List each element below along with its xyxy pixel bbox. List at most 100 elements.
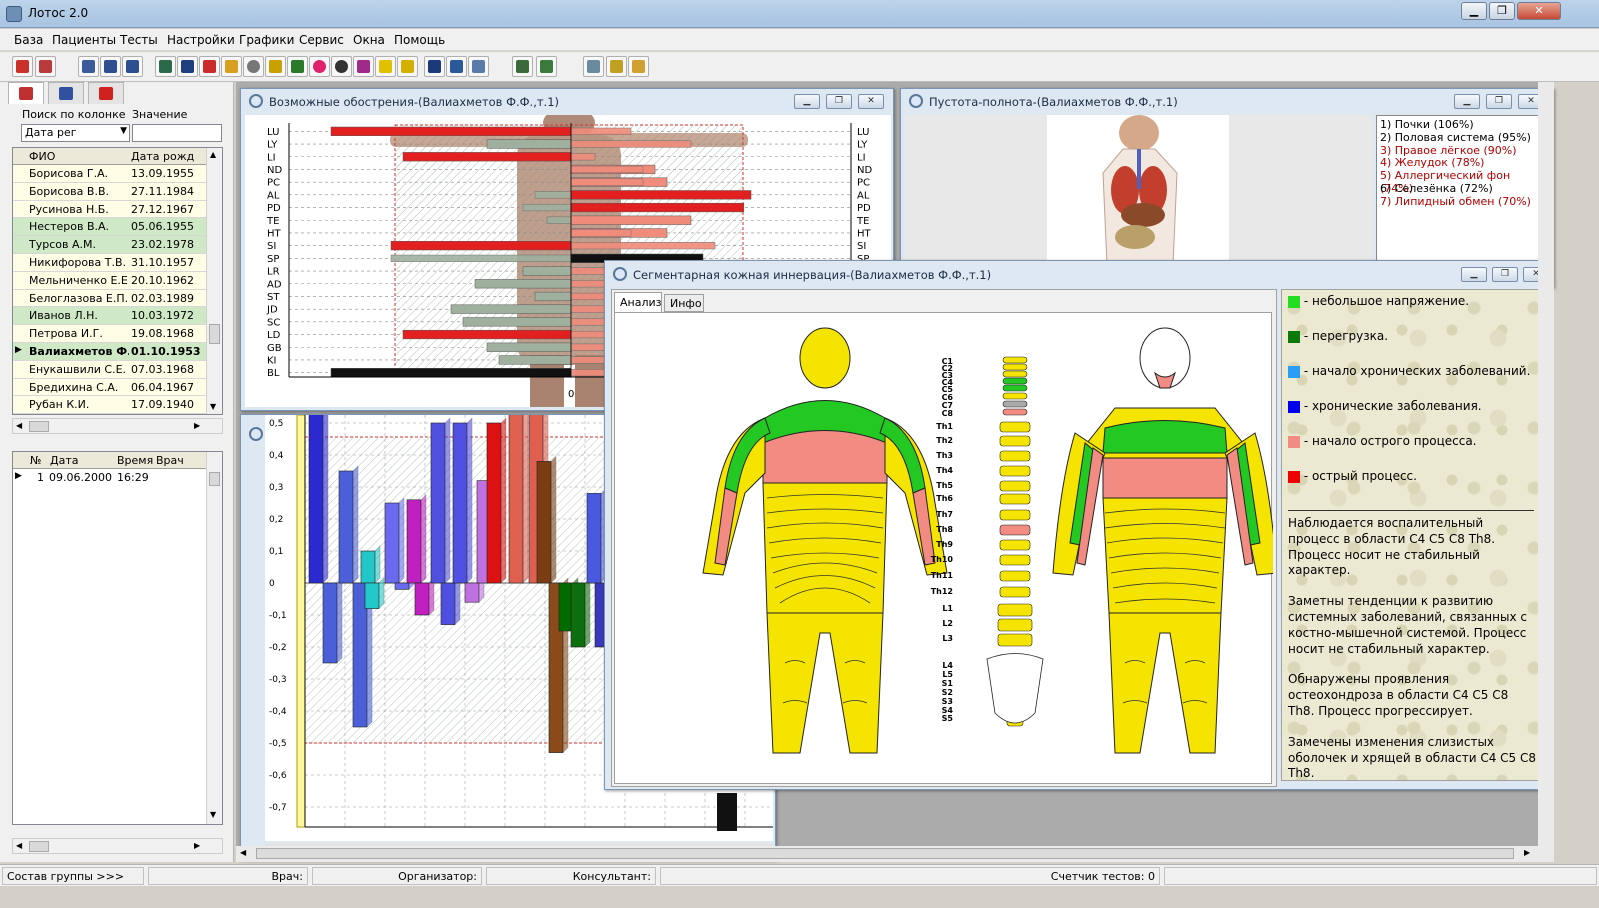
column-dob[interactable]: Дата рожд xyxy=(131,150,194,163)
search-value-input[interactable] xyxy=(132,124,222,142)
tb-patient-record-button[interactable] xyxy=(35,56,56,77)
tb-print-button[interactable] xyxy=(628,56,649,77)
menu-charts[interactable]: Графики xyxy=(239,33,294,47)
mdi-scroll-left-icon[interactable]: ◀ xyxy=(240,848,246,857)
window-restore-button[interactable]: ❐ xyxy=(1486,94,1512,109)
tb-figure-button[interactable] xyxy=(221,56,242,77)
tb-picture-button[interactable] xyxy=(446,56,467,77)
tab-patients[interactable] xyxy=(8,82,44,104)
patient-row[interactable]: Белоглазова Е.П. 02.03.1989 xyxy=(13,289,206,308)
tb-person-button[interactable] xyxy=(397,56,418,77)
patient-row[interactable]: Нестеров В.А. 05.06.1955 xyxy=(13,218,206,237)
menu-settings[interactable]: Настройки xyxy=(167,33,235,47)
status-organizer: Организатор: xyxy=(312,867,482,885)
tb-export-button[interactable] xyxy=(512,56,533,77)
menu-service[interactable]: Сервис xyxy=(299,33,344,47)
tb-document-button[interactable] xyxy=(468,56,489,77)
column-time[interactable]: Время xyxy=(117,454,153,467)
tb-import-button[interactable] xyxy=(536,56,557,77)
tb-wheel-button[interactable] xyxy=(243,56,264,77)
category-label-left: PC xyxy=(267,178,280,189)
tb-graph-button[interactable] xyxy=(287,56,308,77)
tb-edit-button[interactable] xyxy=(606,56,627,77)
menu-patients[interactable]: Пациенты xyxy=(52,33,116,47)
scroll-right-icon[interactable]: ▶ xyxy=(194,421,200,430)
visit-row[interactable]: ▶ 1 09.06.2000 16:29 xyxy=(13,469,206,486)
patient-row[interactable]: ▶ Валиахметов Ф.Ф.01.10.1953 xyxy=(13,343,206,361)
column-num[interactable]: № xyxy=(30,454,41,467)
mdi-hscroll[interactable]: ◀ ▶ xyxy=(236,846,1554,862)
tb-flower-button[interactable] xyxy=(309,56,330,77)
window-segment-titlebar[interactable]: Сегментарная кожная иннервация-(Валиахме… xyxy=(605,261,1549,287)
window-exacerbations-titlebar[interactable]: Возможные обострения-(Валиахметов Ф.Ф.,т… xyxy=(241,89,893,113)
patient-row[interactable]: Иванов Л.Н. 10.03.1972 xyxy=(13,307,206,326)
scroll-down-icon[interactable]: ▼ xyxy=(210,402,216,411)
visits-scroll-thumb[interactable] xyxy=(209,472,220,486)
mdi-hscroll-thumb[interactable] xyxy=(256,848,1514,859)
visits-hscroll[interactable]: ◀ ▶ xyxy=(12,838,223,854)
patient-row[interactable]: Никифорова Т.В. 31.10.1957 xyxy=(13,254,206,272)
column-doctor[interactable]: Врач xyxy=(156,454,184,467)
tb-search-button[interactable] xyxy=(155,56,176,77)
patient-row[interactable]: Бредихина С.А. 06.04.1967 xyxy=(13,378,206,397)
menu-database[interactable]: База xyxy=(14,33,43,47)
tb-ruler-button[interactable] xyxy=(265,56,286,77)
visits-scroll-left-icon[interactable]: ◀ xyxy=(16,841,22,850)
tab-statistics[interactable] xyxy=(48,82,84,104)
patient-row[interactable]: Борисова В.В. 27.11.1984 xyxy=(13,182,206,201)
patient-row[interactable]: Турсов А.М. 23.02.1978 xyxy=(13,236,206,254)
tab-medical[interactable] xyxy=(88,82,124,104)
tb-cascade-button[interactable] xyxy=(78,56,99,77)
window-restore-button[interactable]: ❐ xyxy=(826,94,852,109)
window-minimize-button[interactable]: ▁ xyxy=(794,94,820,109)
tb-tile-horizontal-button[interactable] xyxy=(100,56,121,77)
patient-row[interactable]: Борисова Г.А. 13.09.1955 xyxy=(13,165,206,183)
column-fio[interactable]: ФИО xyxy=(29,150,55,163)
visits-vscroll[interactable]: ▼ xyxy=(206,452,222,824)
patient-row[interactable]: Русинова Н.Б. 27.12.1967 xyxy=(13,200,206,219)
tb-patient-card-button[interactable] xyxy=(12,56,33,77)
search-column-select[interactable]: Дата рег ▼ xyxy=(21,124,130,142)
app-close-button[interactable]: ✕ xyxy=(1517,2,1561,20)
visits-scroll-down-icon[interactable]: ▼ xyxy=(210,810,216,819)
hscroll-thumb[interactable] xyxy=(29,421,49,432)
visits-scroll-right-icon[interactable]: ▶ xyxy=(194,841,200,850)
app-restore-button[interactable]: ❐ xyxy=(1489,2,1515,20)
tb-dots-button[interactable] xyxy=(331,56,352,77)
tb-pen-button[interactable] xyxy=(583,56,604,77)
tb-body-button[interactable] xyxy=(375,56,396,77)
scroll-up-icon[interactable]: ▲ xyxy=(210,150,216,159)
patient-row[interactable]: Петрова И.Г. 19.08.1968 xyxy=(13,325,206,343)
patient-row[interactable]: Рубан К.И. 17.09.1940 xyxy=(13,396,206,415)
column-date[interactable]: Дата xyxy=(50,454,78,467)
tab-analysis[interactable]: Анализ xyxy=(614,292,662,312)
patient-row[interactable]: Мельниченко Е.Е. 20.10.1962 xyxy=(13,271,206,290)
window-emptiness-fullness[interactable]: Пустота-полнота-(Валиахметов Ф.Ф.,т.1) ▁… xyxy=(900,88,1554,288)
window-minimize-button[interactable]: ▁ xyxy=(1461,267,1487,282)
window-restore-button[interactable]: ❐ xyxy=(1492,267,1518,282)
mdi-vscroll[interactable] xyxy=(1538,82,1554,848)
menu-windows[interactable]: Окна xyxy=(353,33,385,47)
menu-help[interactable]: Помощь xyxy=(394,33,445,47)
tb-lp-button[interactable] xyxy=(424,56,445,77)
tb-molecule-button[interactable] xyxy=(353,56,374,77)
scroll-thumb[interactable] xyxy=(209,324,220,344)
visits-hscroll-thumb[interactable] xyxy=(29,841,49,852)
menu-tests[interactable]: Тесты xyxy=(120,33,158,47)
window-segmental-innervation[interactable]: Сегментарная кожная иннервация-(Валиахме… xyxy=(604,260,1550,790)
window-close-button[interactable]: ✕ xyxy=(858,94,884,109)
group-composition-button[interactable]: Состав группы >>> xyxy=(2,867,144,885)
tb-chart-button[interactable] xyxy=(199,56,220,77)
app-minimize-button[interactable]: ▁ xyxy=(1461,2,1487,20)
tb-tile-vertical-button[interactable] xyxy=(122,56,143,77)
legend-text: - небольшое напряжение. xyxy=(1300,294,1470,308)
scroll-left-icon[interactable]: ◀ xyxy=(16,421,22,430)
patients-hscroll[interactable]: ◀ ▶ xyxy=(12,418,223,434)
mdi-scroll-right-icon[interactable]: ▶ xyxy=(1524,848,1530,857)
patients-vscroll[interactable]: ▲ ▼ xyxy=(206,148,222,414)
window-minimize-button[interactable]: ▁ xyxy=(1454,94,1480,109)
tab-info[interactable]: Инфо xyxy=(664,294,704,312)
window-emptiness-titlebar[interactable]: Пустота-полнота-(Валиахметов Ф.Ф.,т.1) ▁… xyxy=(901,89,1553,113)
patient-row[interactable]: Енукашвили С.Е. 07.03.1968 xyxy=(13,360,206,379)
tb-ei-button[interactable] xyxy=(177,56,198,77)
